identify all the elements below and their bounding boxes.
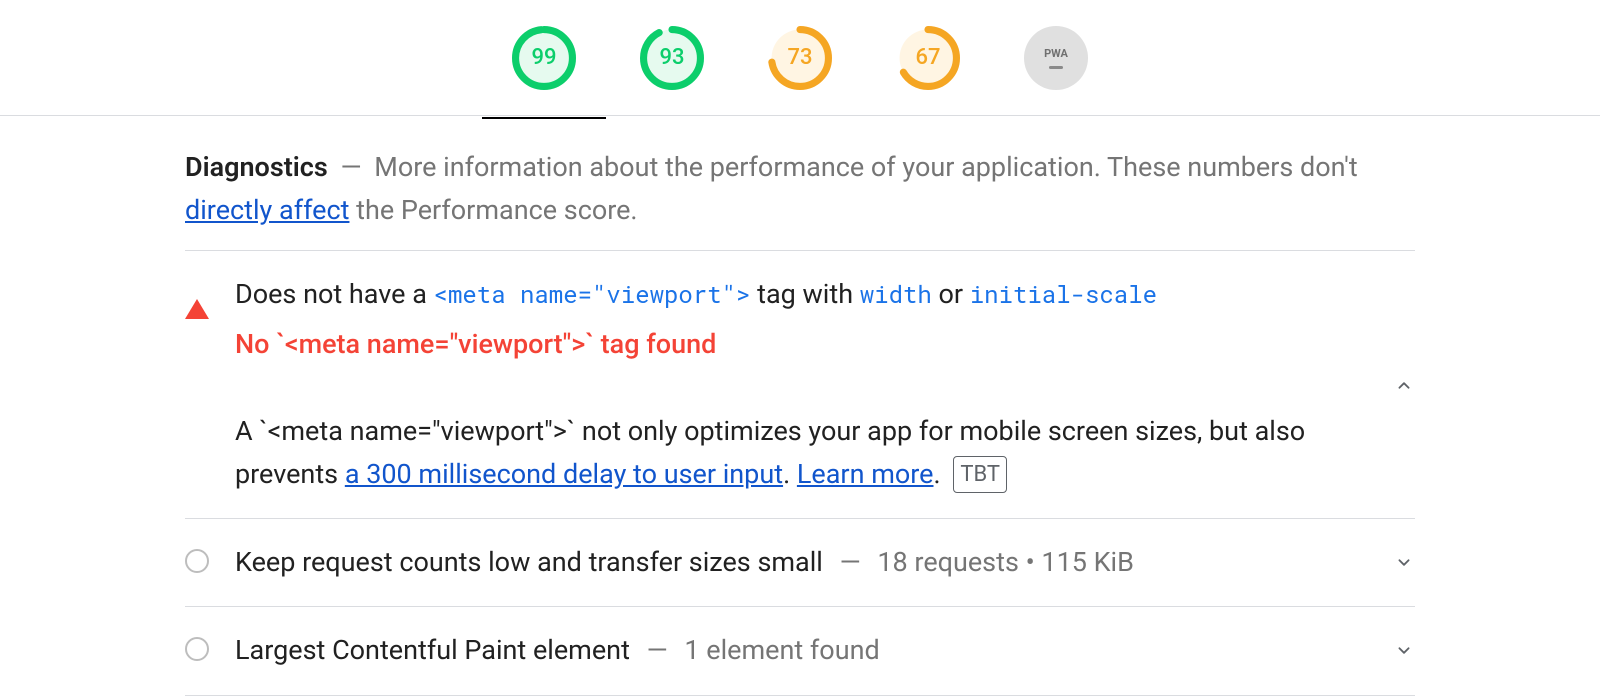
- pwa-label: PWA: [1044, 47, 1068, 60]
- desc-post: .: [934, 458, 948, 490]
- gauge-ring: 93: [640, 26, 704, 90]
- audit-body: Does not have a <meta name="viewport"> t…: [235, 273, 1367, 496]
- audit-summary: Keep request counts low and transfer siz…: [235, 541, 1367, 584]
- learn-more-link[interactable]: Learn more: [797, 458, 934, 490]
- score-gauge-performance[interactable]: 99: [512, 26, 576, 90]
- audit-title: Largest Contentful Paint element: [235, 634, 630, 666]
- score-gauge-accessibility[interactable]: 93: [640, 26, 704, 90]
- desc-mid: .: [783, 458, 797, 490]
- section-title: Diagnostics: [185, 151, 328, 183]
- neutral-circle-icon: [185, 541, 209, 573]
- gauge-score: 99: [512, 26, 576, 90]
- score-gauge-best-practices[interactable]: 73: [768, 26, 832, 90]
- gauge-ring: 67: [896, 26, 960, 90]
- audit-extra: 18 requests • 115 KiB: [877, 546, 1134, 578]
- score-gauge-pwa[interactable]: PWA: [1024, 26, 1088, 90]
- diagnostics-section: Diagnostics — More information about the…: [185, 116, 1415, 696]
- code-initial-scale: initial-scale: [970, 278, 1157, 310]
- audit-title: Does not have a <meta name="viewport"> t…: [235, 273, 1367, 316]
- section-desc-post: the Performance score.: [349, 194, 637, 226]
- t2: tag with: [750, 278, 859, 310]
- audit-description: A `<meta name="viewport">` not only opti…: [235, 410, 1367, 496]
- audit-summary: Largest Contentful Paint element — 1 ele…: [235, 629, 1367, 672]
- audit-extra: 1 element found: [684, 634, 879, 666]
- section-desc-pre: More information about the performance o…: [374, 151, 1357, 183]
- active-tab-underline: [482, 117, 606, 119]
- score-gauge-row: 99 93 73 67: [0, 0, 1600, 116]
- delay-link[interactable]: a 300 millisecond delay to user input: [345, 458, 783, 490]
- audit-request-counts[interactable]: Keep request counts low and transfer siz…: [185, 519, 1415, 607]
- neutral-circle-icon: [185, 629, 209, 661]
- gauge-ring: 73: [768, 26, 832, 90]
- dash-separator: —: [340, 151, 361, 183]
- t3: or: [932, 278, 970, 310]
- audit-viewport-meta[interactable]: Does not have a <meta name="viewport"> t…: [185, 251, 1415, 519]
- gauge-score: 93: [640, 26, 704, 90]
- fail-triangle-icon: [185, 273, 209, 319]
- audit-lcp-element[interactable]: Largest Contentful Paint element — 1 ele…: [185, 607, 1415, 695]
- audit-fail-message: No `<meta name="viewport">` tag found: [235, 323, 1367, 366]
- code-width: width: [860, 278, 932, 310]
- dash-separator: —: [840, 546, 861, 578]
- directly-affect-link[interactable]: directly affect: [185, 194, 349, 226]
- gauge-score: 67: [896, 26, 960, 90]
- chevron-down-icon[interactable]: [1393, 640, 1415, 662]
- audit-title: Keep request counts low and transfer siz…: [235, 546, 823, 578]
- chevron-up-icon[interactable]: [1393, 374, 1415, 396]
- gauge-ring: 99: [512, 26, 576, 90]
- code-meta-viewport: <meta name="viewport">: [434, 278, 751, 310]
- tbt-pill: TBT: [953, 456, 1007, 493]
- diagnostics-heading: Diagnostics — More information about the…: [185, 146, 1415, 251]
- pwa-no-score-icon: [1049, 66, 1063, 69]
- chevron-down-icon[interactable]: [1393, 552, 1415, 574]
- score-gauge-seo[interactable]: 67: [896, 26, 960, 90]
- pwa-badge-icon: PWA: [1024, 26, 1088, 90]
- t1: Does not have a: [235, 278, 434, 310]
- gauge-score: 73: [768, 26, 832, 90]
- dash-separator: —: [647, 634, 668, 666]
